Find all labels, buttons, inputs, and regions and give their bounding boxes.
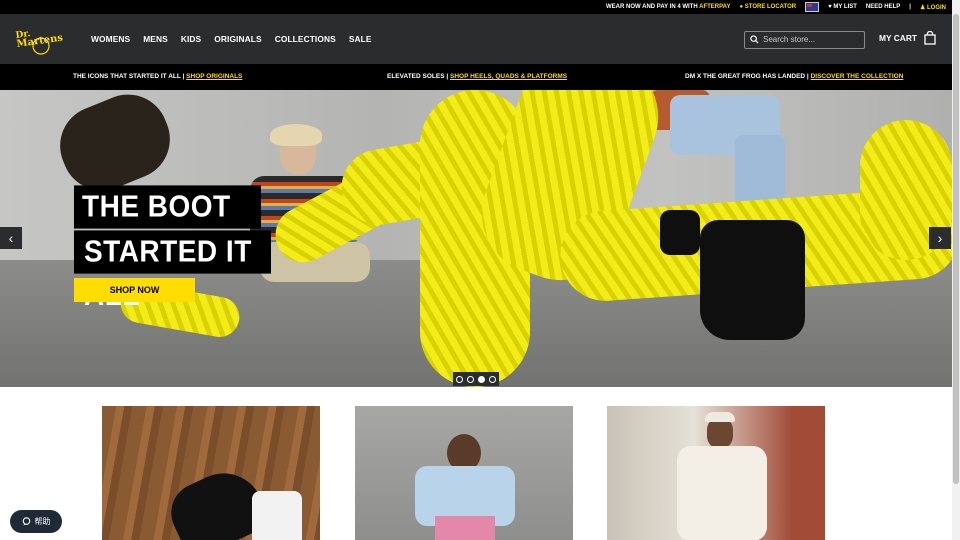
shop-now-button[interactable]: SHOP NOW (74, 278, 195, 302)
main-header: Dr. Martens WOMENS MENS KIDS ORIGINALS C… (0, 14, 952, 64)
tile-child-skirt (435, 516, 495, 540)
login-link[interactable]: ♟ LOGIN (920, 4, 946, 11)
shop-heels-link[interactable]: SHOP HEELS, QUADS & PLATFORMS (450, 73, 567, 80)
category-tile-kids[interactable] (355, 406, 573, 540)
tile-sock-image (252, 491, 302, 540)
promo-text: DM X THE GREAT FROG HAS LANDED | (685, 73, 809, 80)
carousel-dot[interactable] (467, 375, 474, 383)
brand-logo[interactable]: Dr. Martens (14, 26, 64, 56)
nav-item-collections[interactable]: COLLECTIONS (275, 34, 336, 44)
search-box[interactable] (744, 31, 865, 49)
need-help-link[interactable]: NEED HELP (866, 4, 900, 10)
hero-boot (660, 210, 700, 255)
category-tile-shoes[interactable] (102, 406, 320, 540)
promo-strip: THE ICONS THAT STARTED IT ALL | SHOP ORI… (0, 64, 952, 90)
nav-item-kids[interactable]: KIDS (181, 34, 201, 44)
country-flag-icon[interactable] (805, 2, 820, 12)
carousel-next-arrow-icon[interactable]: › (929, 227, 951, 249)
shop-originals-link[interactable]: SHOP ORIGINALS (186, 73, 242, 80)
search-icon[interactable] (750, 35, 759, 44)
main-nav: WOMENS MENS KIDS ORIGINALS COLLECTIONS S… (91, 34, 385, 44)
nav-item-sale[interactable]: SALE (349, 34, 372, 44)
afterpay-brand: AFTERPAY (699, 4, 731, 10)
carousel-dot-active[interactable] (478, 375, 485, 383)
hero-boot (700, 220, 805, 340)
carousel-prev-arrow-icon[interactable]: ‹ (0, 227, 22, 249)
help-chat-button[interactable]: 帮助 (10, 510, 62, 533)
promo-item: ELEVATED SOLES | SHOP HEELS, QUADS & PLA… (387, 73, 567, 80)
category-tile-mens[interactable] (607, 406, 825, 540)
tile-man-outfit (677, 446, 767, 540)
map-pin-icon: ● (739, 4, 744, 10)
tile-man-head (707, 418, 733, 448)
promo-item: THE ICONS THAT STARTED IT ALL | SHOP ORI… (73, 73, 242, 80)
page-scrollbar[interactable] (952, 0, 960, 540)
promo-item: DM X THE GREAT FROG HAS LANDED | DISCOVE… (685, 73, 903, 80)
nav-item-womens[interactable]: WOMENS (91, 34, 130, 44)
search-input[interactable] (763, 33, 859, 46)
cart-button[interactable]: MY CART (879, 31, 937, 45)
my-list-link[interactable]: ♥ MY LIST (828, 4, 857, 10)
discover-collection-link[interactable]: DISCOVER THE COLLECTION (811, 73, 904, 80)
promo-text: ELEVATED SOLES | (387, 73, 449, 80)
carousel-pagination (453, 372, 499, 386)
cart-label: MY CART (879, 33, 917, 43)
nav-item-mens[interactable]: MENS (143, 34, 168, 44)
user-icon: ♟ (919, 4, 926, 11)
nav-item-originals[interactable]: ORIGINALS (214, 34, 261, 44)
store-locator-link[interactable]: ● STORE LOCATOR (739, 4, 796, 10)
chat-bubble-icon (22, 517, 30, 526)
heart-icon: ♥ (828, 4, 832, 10)
login-label: LOGIN (927, 4, 946, 11)
afterpay-promo[interactable]: WEAR NOW AND PAY IN 4 WITH AFTERPAY (606, 4, 730, 10)
shopping-bag-icon (924, 31, 936, 45)
carousel-dot[interactable] (489, 375, 496, 383)
promo-text: THE ICONS THAT STARTED IT ALL | (73, 73, 185, 80)
dr-martens-logo-icon: Dr. Martens (15, 29, 64, 55)
my-list-label: MY LIST (833, 4, 857, 10)
scrollbar-thumb[interactable] (953, 14, 959, 484)
separator: | (909, 4, 911, 10)
afterpay-text: WEAR NOW AND PAY IN 4 WITH (606, 4, 698, 10)
help-label: 帮助 (34, 517, 51, 526)
carousel-dot[interactable] (456, 375, 463, 383)
utility-bar: WEAR NOW AND PAY IN 4 WITH AFTERPAY ● ST… (0, 0, 952, 14)
hero-headline-line1: THE BOOT THAT (74, 185, 261, 266)
hero-carousel: THE BOOT THAT STARTED IT ALL SHOP NOW ‹ … (0, 90, 952, 387)
store-locator-label: STORE LOCATOR (744, 4, 797, 10)
tile-man-cap (705, 412, 735, 422)
hero-headline-line2: STARTED IT ALL (74, 230, 271, 311)
